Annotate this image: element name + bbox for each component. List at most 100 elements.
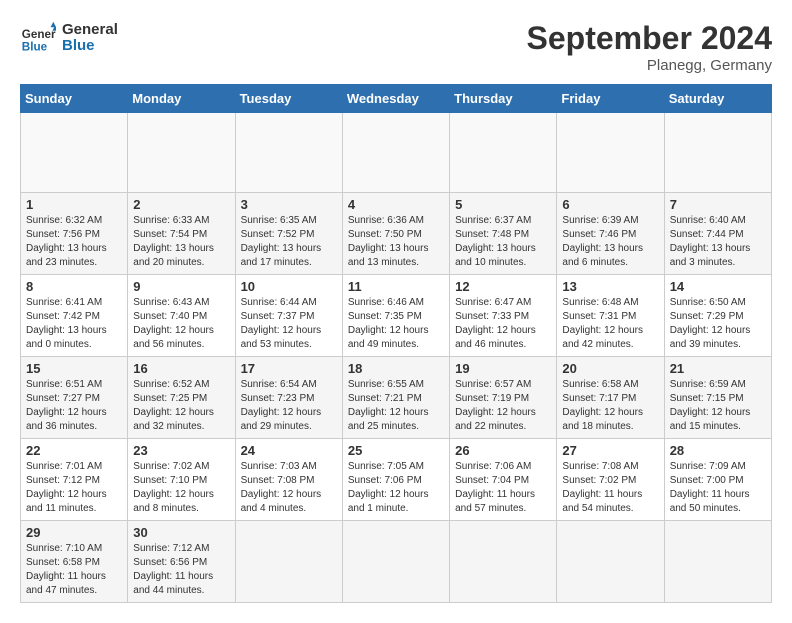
calendar-cell: 29Sunrise: 7:10 AM Sunset: 6:58 PM Dayli…: [21, 521, 128, 603]
day-number: 28: [670, 443, 766, 458]
day-number: 1: [26, 197, 122, 212]
day-info: Sunrise: 6:37 AM Sunset: 7:48 PM Dayligh…: [455, 214, 551, 270]
calendar-week-row: 8 Sunrise: 6:41 AM Sunset: 7:42 PM Daylig…: [21, 275, 772, 357]
calendar-cell: [235, 521, 342, 603]
calendar-cell: 17 Sunrise: 6:54 AM Sunset: 7:23 PM Dayli…: [235, 357, 342, 439]
day-info: Sunrise: 6:33 AM Sunset: 7:54 PM Dayligh…: [133, 214, 229, 270]
day-number: 29: [26, 525, 122, 540]
calendar-cell: 1Sunrise: 6:32 AM Sunset: 7:56 PM Daylig…: [21, 193, 128, 275]
calendar-cell: 10 Sunrise: 6:44 AM Sunset: 7:37 PM Dayli…: [235, 275, 342, 357]
calendar-cell: 24Sunrise: 7:03 AM Sunset: 7:08 PM Dayli…: [235, 439, 342, 521]
page-header: General Blue General Blue September 2024…: [20, 20, 772, 74]
day-info: Sunrise: 6:47 AM Sunset: 7:33 PM Dayligh…: [455, 296, 551, 352]
day-info: Sunrise: 7:01 AM Sunset: 7:12 PM Dayligh…: [26, 460, 122, 516]
calendar-cell: 8 Sunrise: 6:41 AM Sunset: 7:42 PM Daylig…: [21, 275, 128, 357]
location: Planegg, Germany: [527, 57, 772, 74]
calendar-cell: [557, 113, 664, 193]
day-info: Sunrise: 6:44 AM Sunset: 7:37 PM Dayligh…: [241, 296, 337, 352]
day-header-wednesday: Wednesday: [342, 85, 449, 113]
calendar-cell: 19 Sunrise: 6:57 AM Sunset: 7:19 PM Dayli…: [450, 357, 557, 439]
calendar-cell: 13Sunrise: 6:48 AM Sunset: 7:31 PM Dayli…: [557, 275, 664, 357]
day-info: Sunrise: 6:36 AM Sunset: 7:50 PM Dayligh…: [348, 214, 444, 270]
day-info: Sunrise: 7:06 AM Sunset: 7:04 PM Dayligh…: [455, 460, 551, 516]
day-number: 26: [455, 443, 551, 458]
day-header-sunday: Sunday: [21, 85, 128, 113]
calendar-cell: 20 Sunrise: 6:58 AM Sunset: 7:17 PM Dayli…: [557, 357, 664, 439]
day-info: Sunrise: 7:12 AM Sunset: 6:56 PM Dayligh…: [133, 542, 229, 598]
calendar-cell: 7Sunrise: 6:40 AM Sunset: 7:44 PM Daylig…: [664, 193, 771, 275]
day-info: Sunrise: 7:08 AM Sunset: 7:02 PM Dayligh…: [562, 460, 658, 516]
calendar-cell: 16Sunrise: 6:52 AM Sunset: 7:25 PM Dayli…: [128, 357, 235, 439]
day-number: 9: [133, 279, 229, 294]
day-header-thursday: Thursday: [450, 85, 557, 113]
calendar-cell: 14Sunrise: 6:50 AM Sunset: 7:29 PM Dayli…: [664, 275, 771, 357]
calendar-cell: 22 Sunrise: 7:01 AM Sunset: 7:12 PM Dayli…: [21, 439, 128, 521]
day-number: 10: [241, 279, 337, 294]
calendar-cell: [664, 113, 771, 193]
day-info: Sunrise: 6:58 AM Sunset: 7:17 PM Dayligh…: [562, 378, 658, 434]
calendar-cell: 23 Sunrise: 7:02 AM Sunset: 7:10 PM Dayli…: [128, 439, 235, 521]
calendar-table: SundayMondayTuesdayWednesdayThursdayFrid…: [20, 84, 772, 603]
calendar-week-row: 29Sunrise: 7:10 AM Sunset: 6:58 PM Dayli…: [21, 521, 772, 603]
calendar-cell: [235, 113, 342, 193]
day-number: 2: [133, 197, 229, 212]
calendar-cell: 27 Sunrise: 7:08 AM Sunset: 7:02 PM Dayli…: [557, 439, 664, 521]
logo-general: General: [62, 22, 118, 39]
day-number: 6: [562, 197, 658, 212]
calendar-cell: [450, 113, 557, 193]
day-number: 11: [348, 279, 444, 294]
calendar-header-row: SundayMondayTuesdayWednesdayThursdayFrid…: [21, 85, 772, 113]
calendar-week-row: 22 Sunrise: 7:01 AM Sunset: 7:12 PM Dayli…: [21, 439, 772, 521]
calendar-week-row: 15Sunrise: 6:51 AM Sunset: 7:27 PM Dayli…: [21, 357, 772, 439]
calendar-cell: 18Sunrise: 6:55 AM Sunset: 7:21 PM Dayli…: [342, 357, 449, 439]
calendar-cell: [450, 521, 557, 603]
calendar-cell: 26 Sunrise: 7:06 AM Sunset: 7:04 PM Dayli…: [450, 439, 557, 521]
day-number: 8: [26, 279, 122, 294]
day-info: Sunrise: 6:54 AM Sunset: 7:23 PM Dayligh…: [241, 378, 337, 434]
day-info: Sunrise: 6:39 AM Sunset: 7:46 PM Dayligh…: [562, 214, 658, 270]
day-number: 3: [241, 197, 337, 212]
day-number: 14: [670, 279, 766, 294]
calendar-cell: 25 Sunrise: 7:05 AM Sunset: 7:06 PM Dayli…: [342, 439, 449, 521]
calendar-cell: 5 Sunrise: 6:37 AM Sunset: 7:48 PM Daylig…: [450, 193, 557, 275]
day-number: 13: [562, 279, 658, 294]
day-number: 23: [133, 443, 229, 458]
day-number: 12: [455, 279, 551, 294]
day-info: Sunrise: 7:05 AM Sunset: 7:06 PM Dayligh…: [348, 460, 444, 516]
day-number: 30: [133, 525, 229, 540]
title-block: September 2024 Planegg, Germany: [527, 20, 772, 74]
day-info: Sunrise: 6:51 AM Sunset: 7:27 PM Dayligh…: [26, 378, 122, 434]
day-number: 22: [26, 443, 122, 458]
day-number: 24: [241, 443, 337, 458]
day-number: 21: [670, 361, 766, 376]
calendar-week-row: 1Sunrise: 6:32 AM Sunset: 7:56 PM Daylig…: [21, 193, 772, 275]
day-info: Sunrise: 7:02 AM Sunset: 7:10 PM Dayligh…: [133, 460, 229, 516]
calendar-cell: [557, 521, 664, 603]
month-title: September 2024: [527, 20, 772, 57]
day-number: 20: [562, 361, 658, 376]
day-header-saturday: Saturday: [664, 85, 771, 113]
day-number: 27: [562, 443, 658, 458]
calendar-cell: 12 Sunrise: 6:47 AM Sunset: 7:33 PM Dayli…: [450, 275, 557, 357]
day-number: 5: [455, 197, 551, 212]
calendar-cell: [128, 113, 235, 193]
day-info: Sunrise: 6:40 AM Sunset: 7:44 PM Dayligh…: [670, 214, 766, 270]
day-info: Sunrise: 7:09 AM Sunset: 7:00 PM Dayligh…: [670, 460, 766, 516]
day-info: Sunrise: 6:46 AM Sunset: 7:35 PM Dayligh…: [348, 296, 444, 352]
day-header-monday: Monday: [128, 85, 235, 113]
calendar-cell: [342, 113, 449, 193]
day-number: 4: [348, 197, 444, 212]
logo-blue: Blue: [62, 38, 118, 55]
day-info: Sunrise: 6:55 AM Sunset: 7:21 PM Dayligh…: [348, 378, 444, 434]
calendar-cell: 15Sunrise: 6:51 AM Sunset: 7:27 PM Dayli…: [21, 357, 128, 439]
day-number: 17: [241, 361, 337, 376]
day-info: Sunrise: 6:41 AM Sunset: 7:42 PM Dayligh…: [26, 296, 122, 352]
calendar-cell: 21Sunrise: 6:59 AM Sunset: 7:15 PM Dayli…: [664, 357, 771, 439]
calendar-cell: [21, 113, 128, 193]
day-number: 25: [348, 443, 444, 458]
day-info: Sunrise: 6:57 AM Sunset: 7:19 PM Dayligh…: [455, 378, 551, 434]
logo: General Blue General Blue: [20, 20, 118, 56]
calendar-week-row: [21, 113, 772, 193]
svg-text:General: General: [22, 28, 56, 41]
day-number: 19: [455, 361, 551, 376]
